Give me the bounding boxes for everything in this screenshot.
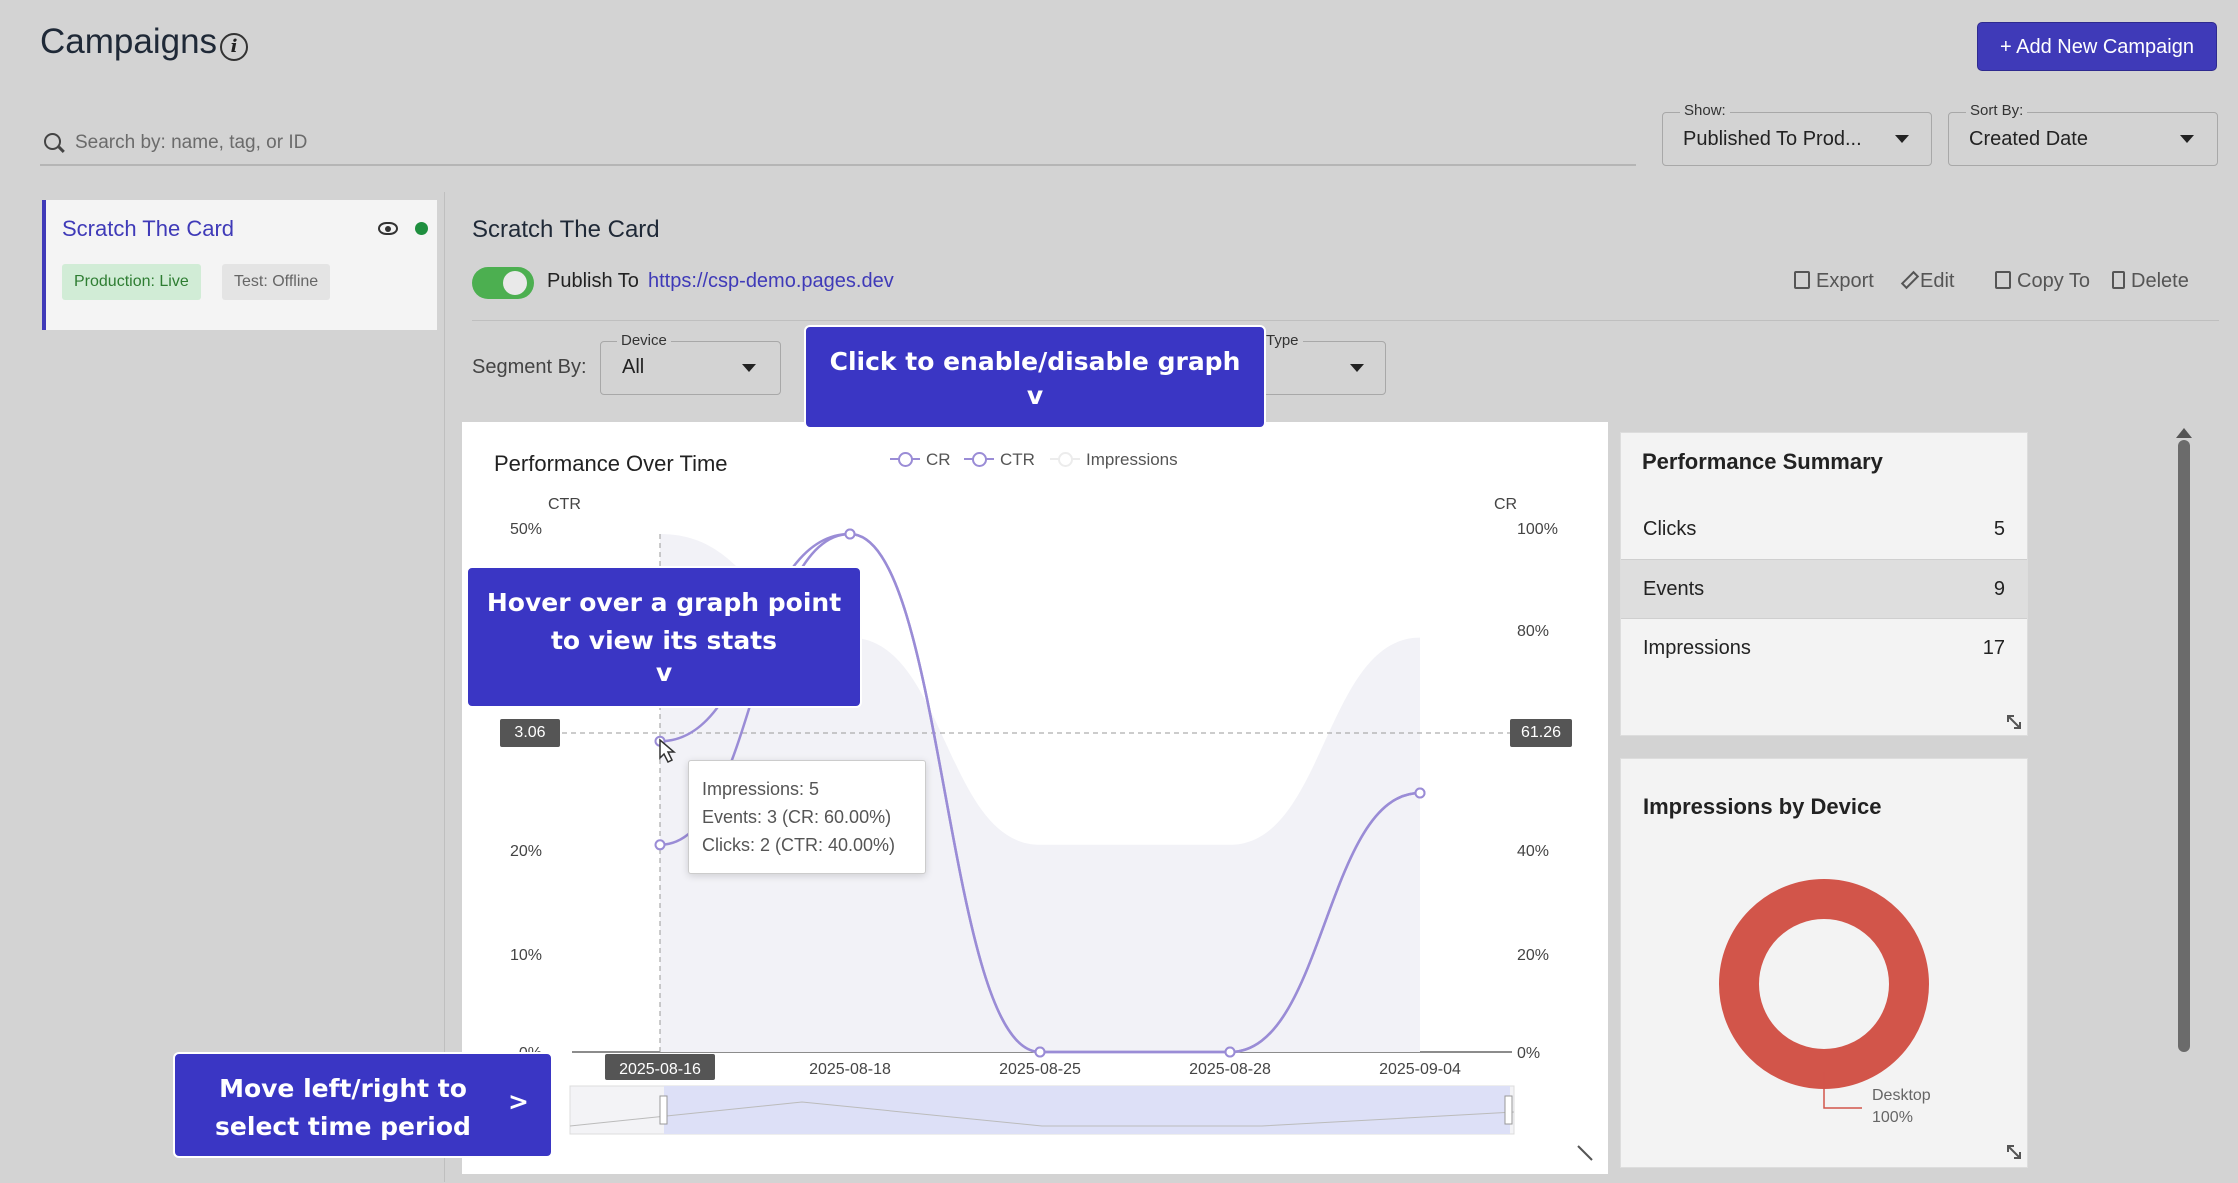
copy-to-button[interactable]: Copy To bbox=[1995, 270, 2090, 293]
summary-row-clicks: Clicks 5 bbox=[1621, 500, 2027, 560]
resize-icon[interactable] bbox=[2006, 1144, 2022, 1160]
sort-select-label: Sort By: bbox=[1966, 102, 2028, 119]
summary-label: Impressions bbox=[1643, 637, 1751, 659]
show-select-label: Show: bbox=[1680, 102, 1730, 119]
show-select-value: Published To Prod... bbox=[1683, 128, 1862, 150]
data-point bbox=[1034, 1046, 1046, 1058]
divider bbox=[472, 320, 2219, 321]
search-icon bbox=[44, 133, 61, 150]
info-icon[interactable]: i bbox=[220, 33, 248, 61]
publish-url-link[interactable]: https://csp-demo.pages.dev bbox=[648, 270, 894, 293]
left-tick-label: 10% bbox=[510, 947, 542, 964]
export-label: Export bbox=[1816, 270, 1874, 292]
test-status-badge: Test: Offline bbox=[222, 264, 331, 300]
campaign-name[interactable]: Scratch The Card bbox=[62, 216, 234, 242]
summary-row-impressions: Impressions 17 bbox=[1621, 619, 2027, 679]
range-handle-right bbox=[1504, 1095, 1513, 1125]
tip-text: Hover over a graph point bbox=[486, 588, 842, 617]
left-tick-label: 20% bbox=[510, 843, 542, 860]
summary-label: Events bbox=[1643, 578, 1705, 600]
scroll-up-arrow[interactable] bbox=[2176, 428, 2192, 438]
x-tick-label: 2025-08-18 bbox=[809, 1061, 891, 1078]
data-point bbox=[1224, 1046, 1236, 1058]
delete-label: Delete bbox=[2131, 270, 2189, 292]
tip-arrow: > bbox=[508, 1087, 529, 1116]
export-icon bbox=[1794, 271, 1810, 289]
right-tick-label: 20% bbox=[1517, 947, 1549, 964]
production-status-badge: Production: Live bbox=[62, 264, 201, 300]
search-input[interactable] bbox=[75, 128, 1575, 158]
scrollbar-thumb[interactable] bbox=[2178, 440, 2190, 1052]
edit-label: Edit bbox=[1920, 270, 1955, 292]
crosshair-left-value: 3.06 bbox=[500, 719, 560, 747]
left-tick-label: 50% bbox=[510, 521, 542, 538]
resize-icon[interactable] bbox=[2006, 714, 2022, 730]
tip-text: select time period bbox=[215, 1112, 471, 1141]
tip-hover-point: Hover over a graph point to view its sta… bbox=[466, 566, 862, 708]
tip-arrow: v bbox=[1026, 381, 1044, 410]
tip-text: Move left/right to bbox=[219, 1074, 467, 1103]
summary-label: Clicks bbox=[1643, 518, 1697, 540]
tip-time-period: Move left/right to select time period > bbox=[173, 1052, 553, 1158]
summary-value: 17 bbox=[1982, 637, 2005, 659]
device-percent: 100% bbox=[1872, 1109, 1913, 1126]
x-tick-label: 2025-09-04 bbox=[1379, 1061, 1461, 1078]
right-tick-label: 100% bbox=[1517, 521, 1558, 538]
chevron-down-icon bbox=[742, 364, 756, 372]
edit-button[interactable]: Edit bbox=[1900, 270, 1955, 293]
summary-title: Performance Summary bbox=[1642, 449, 1883, 474]
chevron-down-icon bbox=[1350, 364, 1364, 372]
data-point bbox=[844, 528, 856, 540]
page-title: Campaigns bbox=[40, 22, 218, 61]
toggle-knob bbox=[503, 271, 527, 295]
tip-text: to view its stats bbox=[550, 626, 778, 655]
tip-toggle-graph: Click to enable/disable graph v bbox=[804, 325, 1266, 429]
eye-icon[interactable] bbox=[378, 222, 398, 235]
segment-by-label: Segment By: bbox=[472, 356, 587, 378]
right-tick-label: 0% bbox=[1517, 1045, 1540, 1062]
chevron-down-icon bbox=[1895, 135, 1909, 143]
pencil-icon bbox=[1900, 270, 1920, 290]
range-handle-left bbox=[659, 1095, 668, 1125]
status-dot bbox=[415, 222, 428, 235]
right-tick-label: 80% bbox=[1517, 623, 1549, 640]
tooltip-impressions: Impressions: 5 bbox=[702, 779, 820, 799]
delete-button[interactable]: Delete bbox=[2112, 270, 2189, 293]
data-point bbox=[1414, 787, 1426, 799]
sort-select-value: Created Date bbox=[1969, 128, 2088, 150]
chevron-down-icon bbox=[2180, 135, 2194, 143]
x-tick-label: 2025-08-25 bbox=[999, 1061, 1081, 1078]
data-point bbox=[654, 839, 666, 851]
device-select-value: All bbox=[622, 356, 645, 378]
copy-icon bbox=[1995, 271, 2011, 289]
tip-arrow: v bbox=[655, 658, 673, 687]
trash-icon bbox=[2112, 271, 2125, 289]
export-button[interactable]: Export bbox=[1794, 270, 1874, 293]
summary-row-events: Events 9 bbox=[1621, 559, 2027, 619]
divider bbox=[444, 192, 445, 1182]
publish-label: Publish To bbox=[547, 270, 639, 292]
device-label: Desktop bbox=[1872, 1087, 1931, 1104]
x-tick-label: 2025-08-16 bbox=[619, 1061, 701, 1078]
x-tick-label: 2025-08-28 bbox=[1189, 1061, 1271, 1078]
tooltip-clicks: Clicks: 2 (CTR: 40.00%) bbox=[702, 835, 896, 855]
performance-chart[interactable]: 50%20%10%0%100%80%40%20%0%2025-08-162025… bbox=[462, 422, 1608, 1174]
chart-tooltip: Impressions: 5 Events: 3 (CR: 60.00%) Cl… bbox=[688, 760, 926, 874]
donut-slice-desktop[interactable] bbox=[1719, 879, 1929, 1089]
tooltip-events: Events: 3 (CR: 60.00%) bbox=[702, 807, 892, 827]
copy-label: Copy To bbox=[2017, 270, 2091, 292]
crosshair-right-value: 61.26 bbox=[1510, 719, 1572, 747]
device-chart-title: Impressions by Device bbox=[1643, 794, 1882, 819]
summary-value: 5 bbox=[1993, 518, 2005, 540]
resize-icon bbox=[1577, 1145, 1593, 1161]
summary-value: 9 bbox=[1993, 578, 2005, 600]
campaign-title: Scratch The Card bbox=[472, 216, 660, 243]
type-select-label: Type bbox=[1262, 332, 1303, 349]
type-select[interactable] bbox=[1248, 341, 1386, 395]
right-tick-label: 40% bbox=[1517, 843, 1549, 860]
device-select-label: Device bbox=[617, 332, 671, 349]
add-new-campaign-button[interactable]: + Add New Campaign bbox=[1977, 22, 2217, 71]
tip-text: Click to enable/disable graph bbox=[829, 347, 1241, 376]
range-slider-selection bbox=[664, 1086, 1510, 1134]
